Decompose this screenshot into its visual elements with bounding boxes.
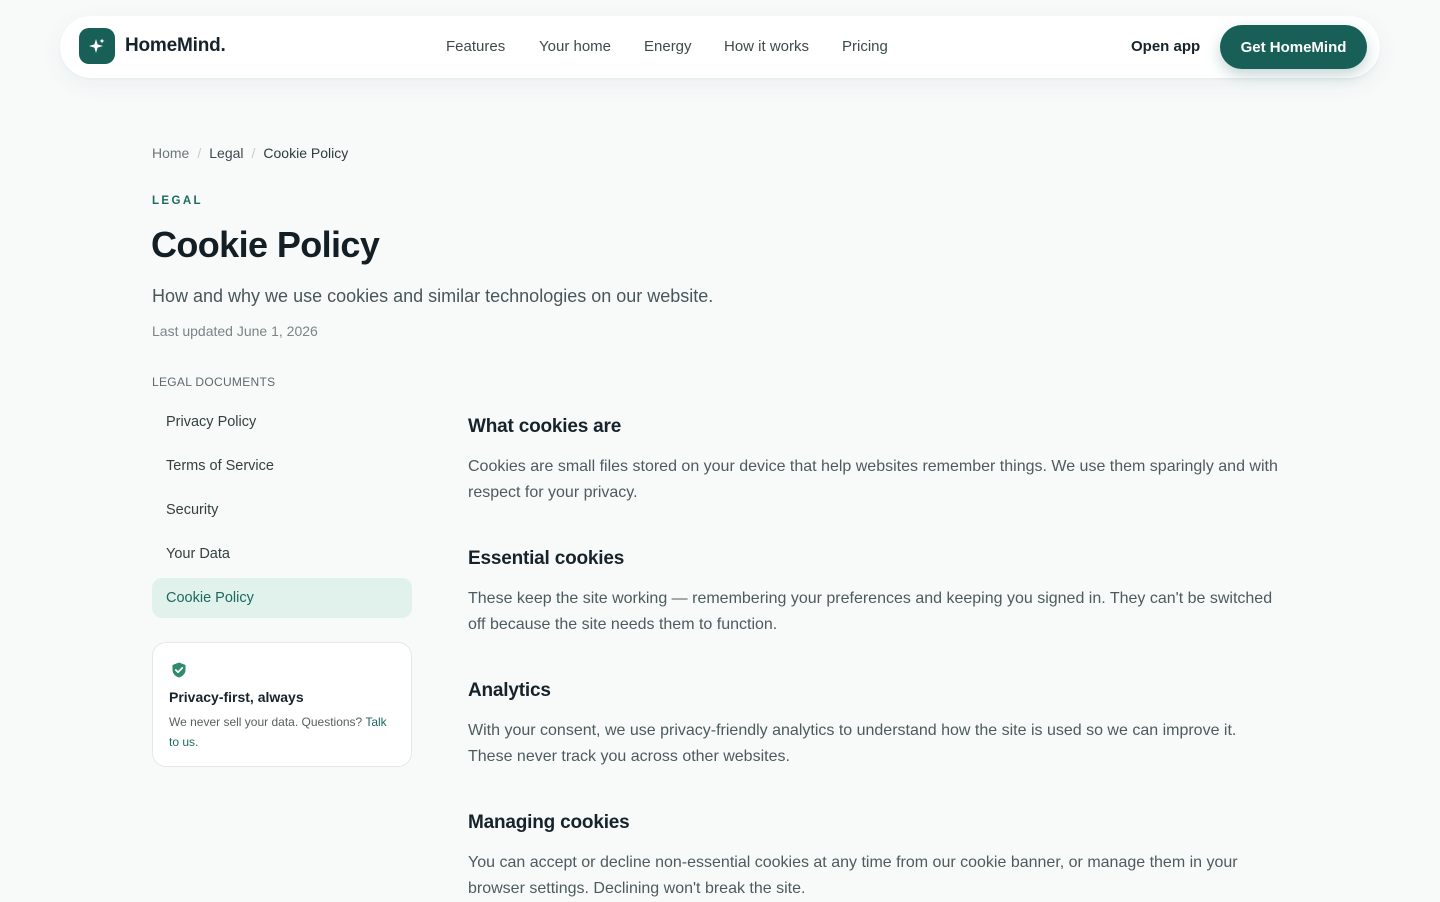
sidebar-heading: LEGAL DOCUMENTS	[152, 375, 276, 389]
card-title: Privacy-first, always	[169, 689, 304, 705]
nav-link-pricing[interactable]: Pricing	[842, 38, 888, 55]
breadcrumb-current: Cookie Policy	[263, 145, 349, 161]
logo-mark[interactable]	[79, 28, 115, 64]
sidebar-item-privacy-policy[interactable]: Privacy Policy	[152, 402, 412, 442]
section-body: Cookies are small files stored on your d…	[468, 458, 1278, 501]
brand-name[interactable]: HomeMind.	[125, 35, 226, 57]
section-title: Analytics	[468, 680, 551, 701]
open-app-link[interactable]: Open app	[1131, 38, 1200, 55]
nav-link-energy[interactable]: Energy	[644, 38, 692, 55]
breadcrumb-separator: /	[197, 145, 202, 161]
sidebar-item-security[interactable]: Security	[152, 490, 412, 530]
sidebar-item-cookie-policy[interactable]: Cookie Policy	[152, 578, 412, 618]
page-title: Cookie Policy	[151, 224, 380, 265]
section-title: Managing cookies	[468, 812, 630, 833]
sparkle-icon	[89, 38, 105, 53]
section-title: Essential cookies	[468, 548, 625, 569]
nav-link-features[interactable]: Features	[446, 38, 505, 55]
site-header: HomeMind. Features Your home Energy How …	[60, 16, 1380, 78]
sidebar-item-your-data[interactable]: Your Data	[152, 534, 412, 574]
shield-check-icon	[172, 662, 186, 678]
page-subtitle: How and why we use cookies and similar t…	[152, 286, 714, 306]
nav-link-how-it-works[interactable]: How it works	[724, 38, 809, 55]
section-title: What cookies are	[468, 416, 622, 437]
privacy-card: Privacy-first, always We never sell your…	[152, 642, 412, 767]
sidebar-item-terms-of-service[interactable]: Terms of Service	[152, 446, 412, 486]
breadcrumb: Home / Legal / Cookie Policy	[152, 145, 348, 161]
breadcrumb-legal[interactable]: Legal	[209, 145, 243, 161]
section-body: You can accept or decline non-essential …	[468, 854, 1238, 897]
nav-link-your-home[interactable]: Your home	[539, 38, 611, 55]
section-body: With your consent, we use privacy-friend…	[468, 722, 1237, 765]
last-updated: Last updated June 1, 2026	[152, 323, 318, 339]
get-homemind-button[interactable]: Get HomeMind	[1220, 25, 1367, 69]
card-body-text: We never sell your data. Questions?	[169, 715, 363, 729]
page-eyebrow: LEGAL	[152, 195, 203, 207]
breadcrumb-separator: /	[251, 145, 256, 161]
breadcrumb-home[interactable]: Home	[152, 145, 189, 161]
card-body-end: .	[195, 735, 199, 749]
card-body: We never sell your data. Questions? Talk…	[169, 712, 397, 752]
section-body: These keep the site working — rememberin…	[468, 590, 1273, 633]
